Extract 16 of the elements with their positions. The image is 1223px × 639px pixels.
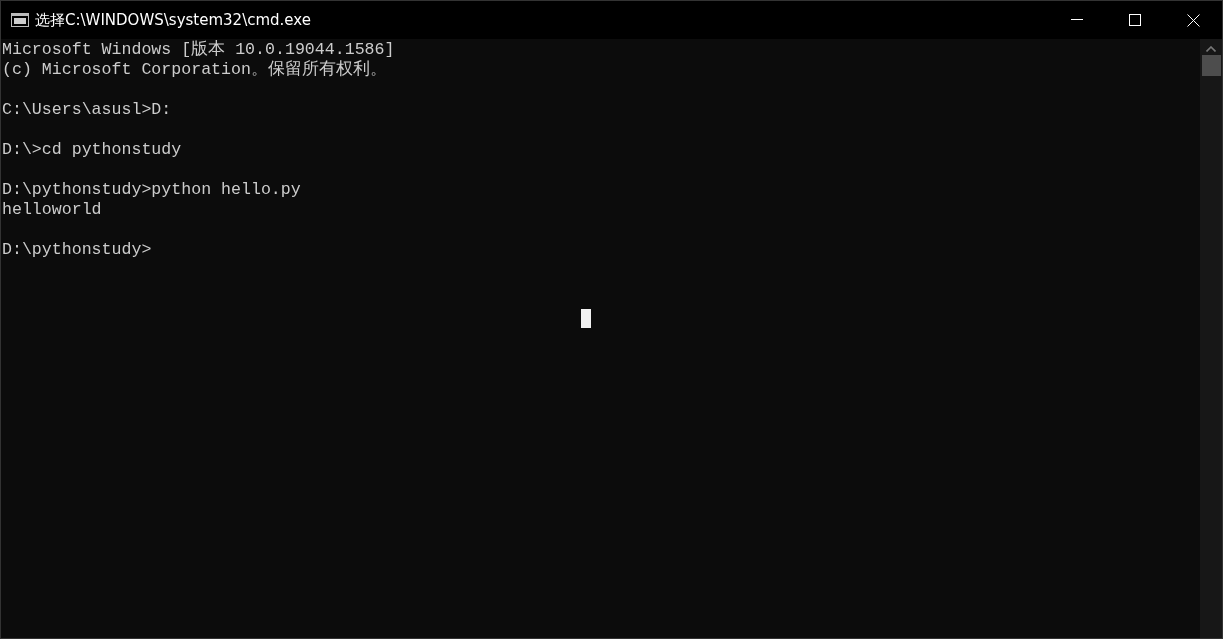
console-line: (c) Microsoft Corporation。保留所有权利。 [2, 60, 388, 80]
scrollbar[interactable] [1200, 39, 1222, 638]
console-line: D:\pythonstudy> [2, 240, 153, 260]
window-title: 选择C:\WINDOWS\system32\cmd.exe [35, 9, 311, 31]
minimize-icon [1071, 19, 1083, 21]
console-line: helloworld [2, 200, 103, 220]
console-app-icon [11, 13, 29, 27]
console-line: C:\Users\asusl>D: [2, 100, 173, 120]
text-cursor [581, 309, 591, 328]
scroll-up-icon[interactable] [1206, 46, 1216, 52]
scrollbar-thumb[interactable] [1201, 55, 1221, 76]
close-icon [1186, 13, 1200, 27]
console-line: Microsoft Windows [版本 10.0.19044.1586] [2, 40, 396, 60]
console-line: D:\pythonstudy>python hello.py [2, 180, 302, 200]
maximize-icon [1129, 14, 1141, 26]
console-line: D:\>cd pythonstudy [2, 140, 183, 160]
